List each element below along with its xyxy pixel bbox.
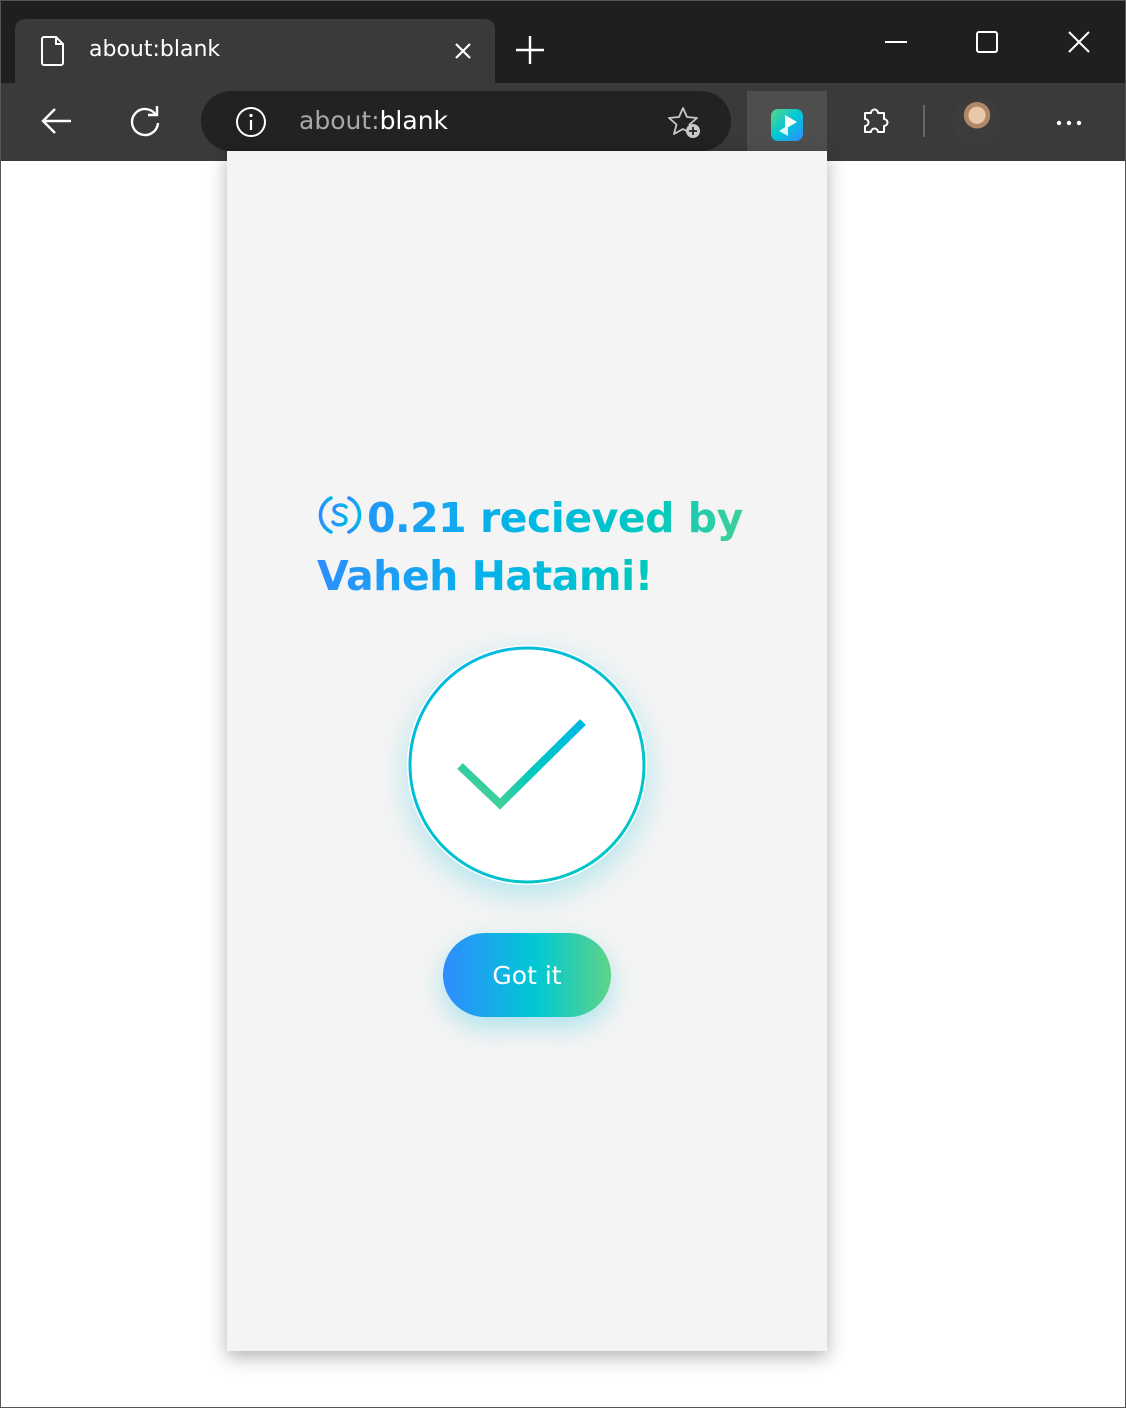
address-bar[interactable]: about:blank bbox=[201, 91, 731, 151]
usdc-dollar-circle-icon bbox=[318, 496, 362, 534]
wallet-extension-logo-icon bbox=[771, 109, 803, 141]
back-arrow-icon[interactable] bbox=[37, 101, 77, 141]
checkmark-icon bbox=[408, 646, 646, 884]
url-scheme: about: bbox=[299, 106, 380, 135]
profile-avatar[interactable] bbox=[953, 97, 1001, 145]
new-tab-icon[interactable] bbox=[513, 33, 547, 67]
refresh-icon[interactable] bbox=[125, 101, 165, 141]
extension-button-active[interactable] bbox=[747, 91, 827, 157]
extensions-puzzle-icon[interactable] bbox=[857, 103, 893, 139]
browser-tab[interactable]: about:blank bbox=[15, 19, 495, 83]
minimize-icon[interactable] bbox=[881, 27, 911, 57]
recipient-name: Vaheh Hatami! bbox=[317, 552, 653, 600]
message-text: recieved by bbox=[466, 494, 743, 542]
page-icon bbox=[41, 36, 64, 66]
more-options-icon[interactable] bbox=[1051, 105, 1087, 141]
toolbar-divider bbox=[923, 105, 925, 137]
got-it-button[interactable]: Got it bbox=[443, 933, 611, 1017]
close-tab-icon[interactable] bbox=[451, 39, 475, 63]
success-checkmark-badge bbox=[407, 645, 647, 885]
info-icon[interactable] bbox=[235, 106, 267, 138]
maximize-icon[interactable] bbox=[972, 27, 1002, 57]
url-text[interactable]: about:blank bbox=[299, 106, 448, 135]
title-bar: about:blank bbox=[1, 1, 1125, 83]
payment-received-message: 0.21 recieved by Vaheh Hatami! bbox=[317, 489, 777, 605]
close-window-icon[interactable] bbox=[1064, 27, 1094, 57]
add-favorite-icon[interactable] bbox=[667, 105, 703, 141]
tab-title: about:blank bbox=[89, 37, 221, 62]
amount: 0.21 bbox=[367, 494, 467, 542]
url-path: blank bbox=[379, 106, 449, 135]
browser-toolbar: about:blank bbox=[1, 83, 1125, 161]
extension-popup: 0.21 recieved by Vaheh Hatami! Got it bbox=[227, 151, 827, 1351]
